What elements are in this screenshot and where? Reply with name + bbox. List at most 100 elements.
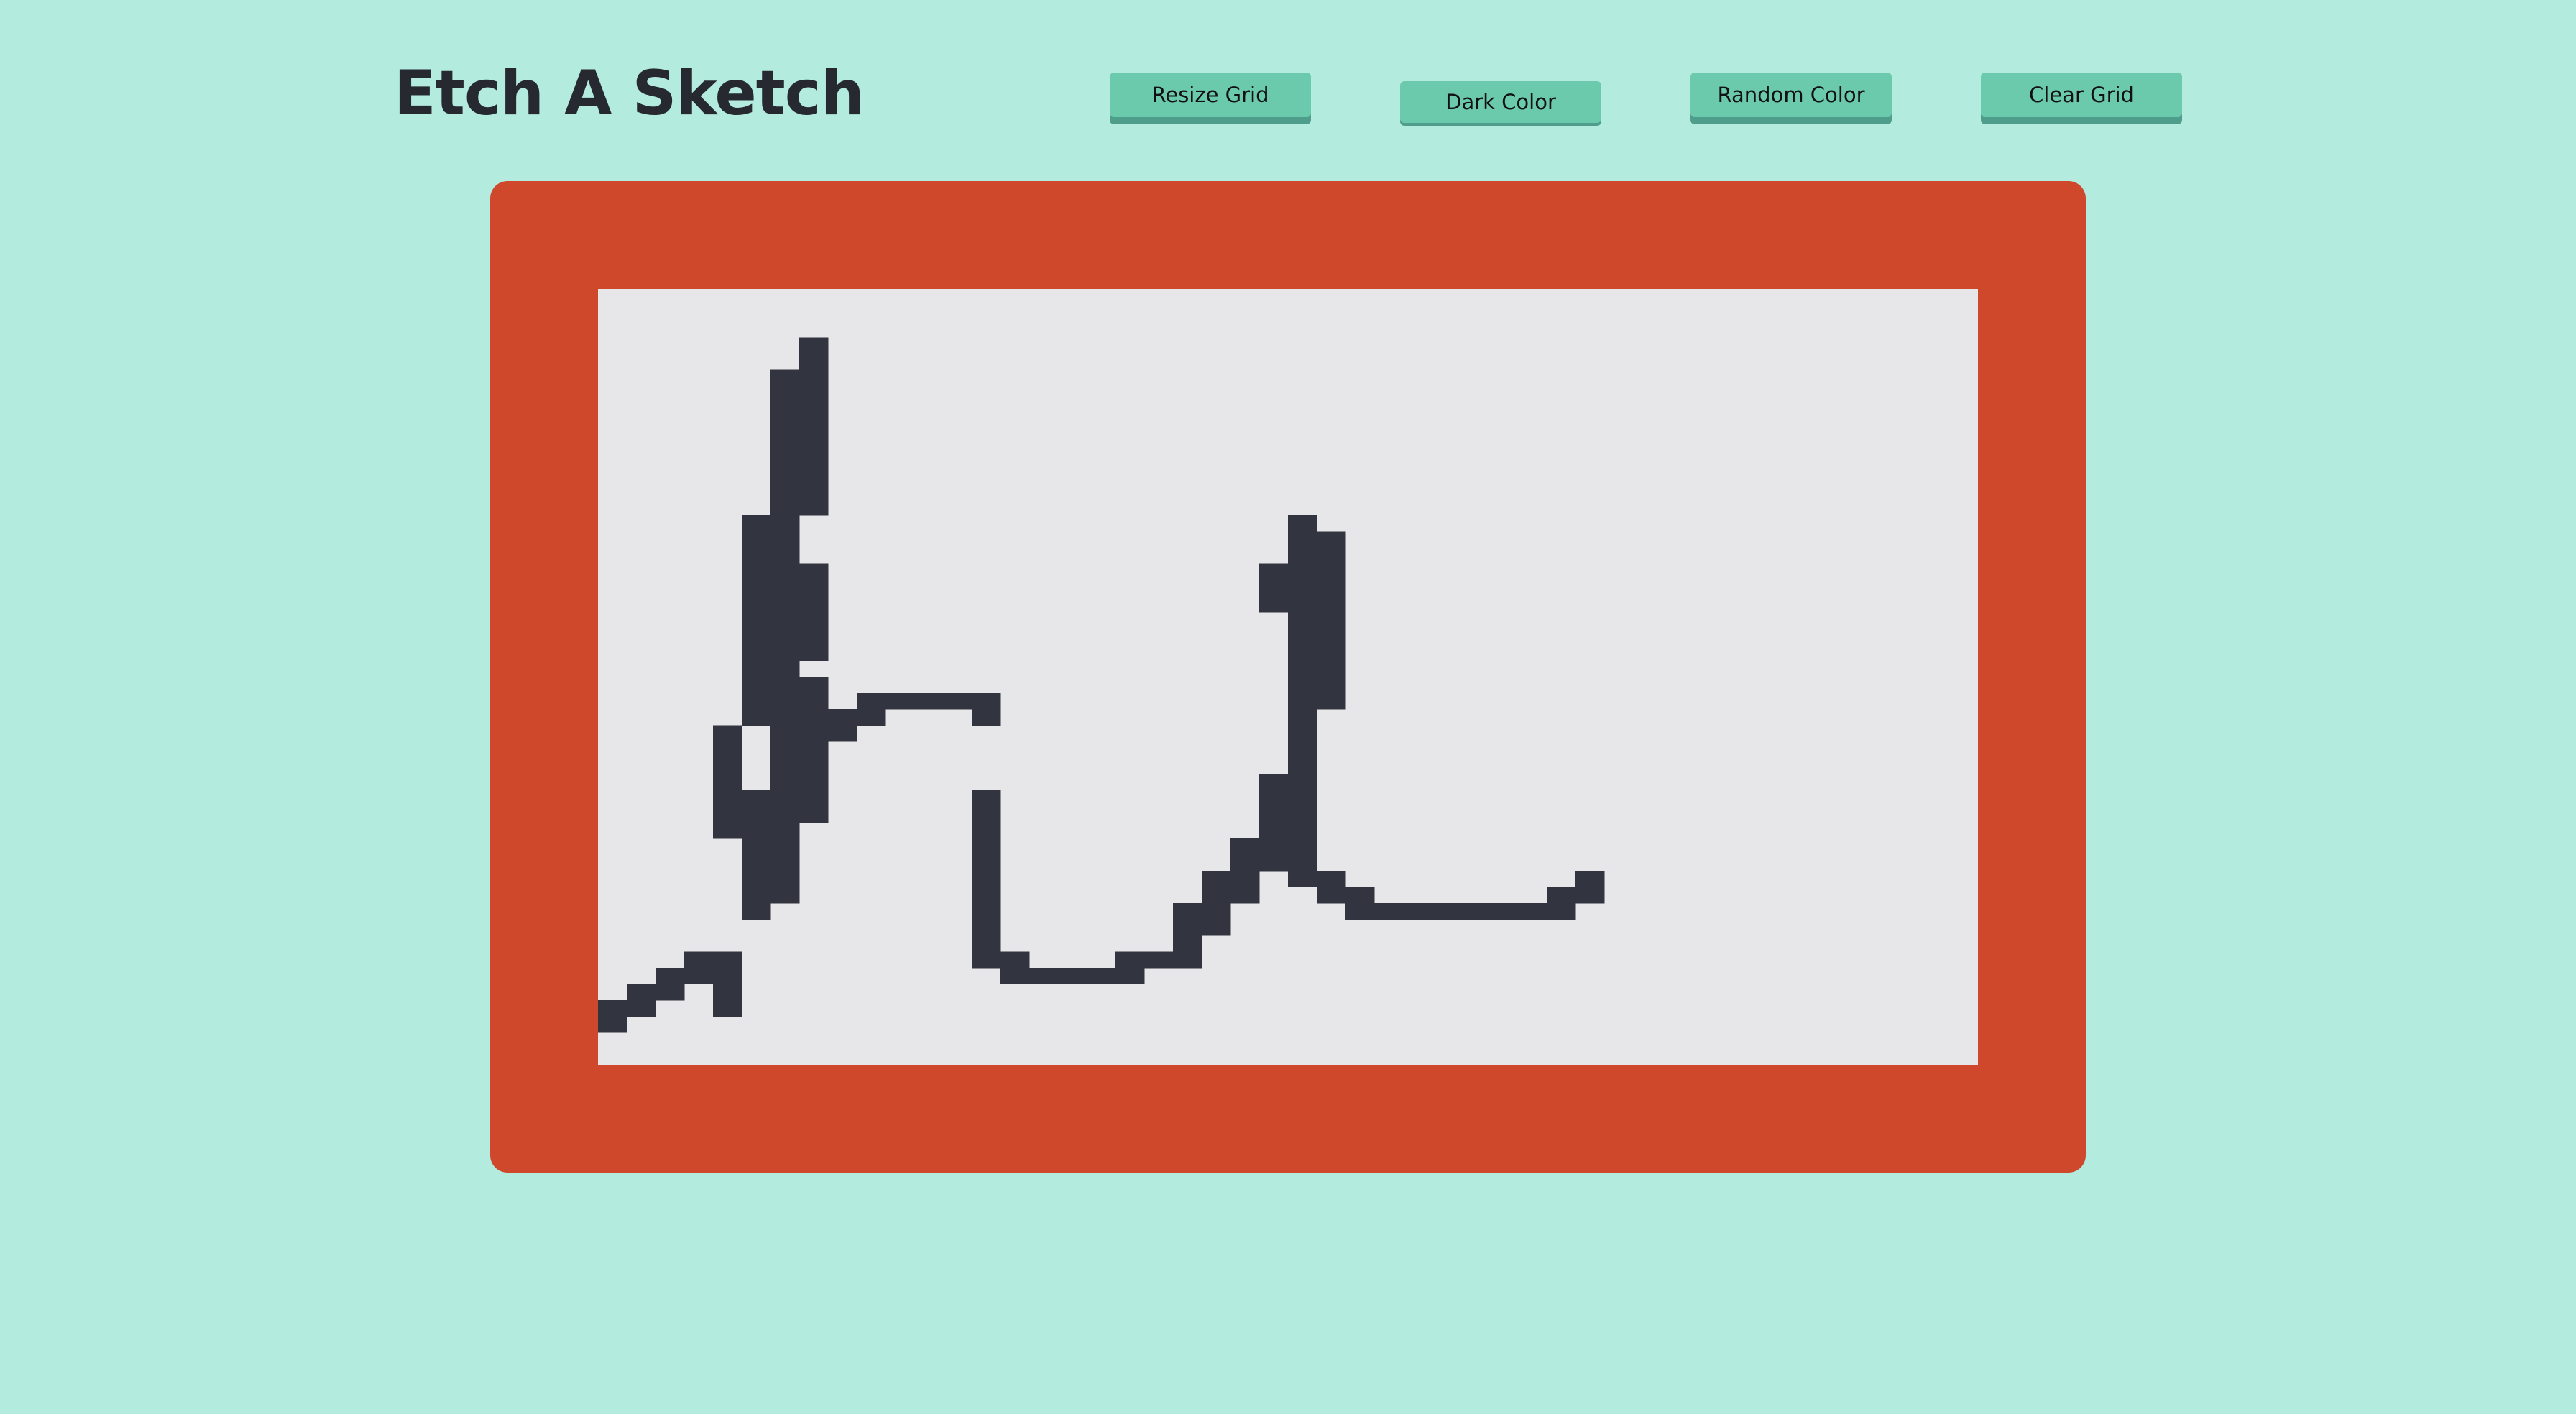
- grid-cell-filled[interactable]: [1317, 596, 1346, 613]
- grid-cell-filled[interactable]: [770, 709, 800, 726]
- grid-cell-filled[interactable]: [713, 822, 742, 839]
- grid-cell-filled[interactable]: [799, 628, 829, 645]
- grid-cell-filled[interactable]: [1317, 612, 1346, 629]
- grid-cell-filled[interactable]: [713, 757, 742, 775]
- grid-cell-filled[interactable]: [943, 693, 972, 710]
- grid-cell-filled[interactable]: [770, 596, 800, 613]
- grid-cell-filled[interactable]: [770, 822, 800, 839]
- grid-cell-filled[interactable]: [1432, 903, 1461, 920]
- grid-cell-filled[interactable]: [972, 822, 1001, 839]
- grid-cell-filled[interactable]: [1288, 774, 1317, 790]
- grid-cell-filled[interactable]: [857, 709, 886, 726]
- grid-cell-filled[interactable]: [770, 790, 800, 807]
- grid-cell-filled[interactable]: [770, 386, 800, 402]
- grid-cell-filled[interactable]: [799, 693, 829, 710]
- grid-cell-filled[interactable]: [1173, 951, 1202, 969]
- grid-cell-filled[interactable]: [742, 628, 771, 645]
- grid-cell-filled[interactable]: [1317, 531, 1346, 548]
- grid-cell-filled[interactable]: [770, 887, 800, 904]
- grid-cell-filled[interactable]: [627, 984, 656, 1001]
- grid-cell-filled[interactable]: [1317, 547, 1346, 564]
- grid-cell-filled[interactable]: [742, 903, 771, 920]
- grid-cell-filled[interactable]: [742, 531, 771, 548]
- grid-cell-filled[interactable]: [770, 806, 800, 823]
- grid-cell-filled[interactable]: [1087, 968, 1116, 984]
- grid-cell-filled[interactable]: [1317, 628, 1346, 645]
- grid-cell-filled[interactable]: [1288, 660, 1317, 678]
- grid-cell-filled[interactable]: [742, 806, 771, 823]
- grid-cell-filled[interactable]: [1116, 968, 1145, 984]
- grid-cell-filled[interactable]: [742, 709, 771, 726]
- grid-cell-filled[interactable]: [1259, 790, 1289, 807]
- grid-cell-filled[interactable]: [742, 563, 771, 581]
- grid-cell-filled[interactable]: [1259, 774, 1289, 790]
- grid-cell-filled[interactable]: [799, 466, 829, 484]
- grid-cell-filled[interactable]: [627, 1000, 656, 1017]
- grid-cell-filled[interactable]: [1259, 580, 1289, 596]
- grid-cell-filled[interactable]: [713, 1000, 742, 1017]
- grid-cell-filled[interactable]: [770, 450, 800, 467]
- grid-cell-filled[interactable]: [598, 1016, 627, 1033]
- grid-cell-filled[interactable]: [799, 580, 829, 596]
- grid-cell-filled[interactable]: [799, 483, 829, 499]
- grid-cell-filled[interactable]: [1230, 871, 1260, 887]
- grid-cell-filled[interactable]: [770, 531, 800, 548]
- resize-grid-button[interactable]: Resize Grid: [1110, 73, 1311, 117]
- drawing-grid[interactable]: [598, 289, 1978, 1065]
- random-color-button[interactable]: Random Color: [1690, 73, 1892, 117]
- grid-cell-filled[interactable]: [1489, 903, 1519, 920]
- grid-cell-filled[interactable]: [1317, 563, 1346, 581]
- grid-cell-filled[interactable]: [799, 434, 829, 451]
- grid-cell-filled[interactable]: [656, 984, 685, 1001]
- grid-cell-filled[interactable]: [742, 887, 771, 904]
- grid-cell-filled[interactable]: [742, 790, 771, 807]
- grid-cell-filled[interactable]: [742, 547, 771, 564]
- grid-cell-filled[interactable]: [799, 677, 829, 693]
- grid-cell-filled[interactable]: [972, 709, 1001, 726]
- grid-cell-filled[interactable]: [1288, 596, 1317, 613]
- clear-grid-button[interactable]: Clear Grid: [1981, 73, 2182, 117]
- grid-cell-filled[interactable]: [1173, 903, 1202, 920]
- grid-cell-filled[interactable]: [799, 790, 829, 807]
- grid-cell-filled[interactable]: [1000, 951, 1030, 969]
- grid-cell-filled[interactable]: [1403, 903, 1432, 920]
- grid-cell-filled[interactable]: [1317, 644, 1346, 661]
- grid-cell-filled[interactable]: [1288, 531, 1317, 548]
- grid-cell-filled[interactable]: [1288, 806, 1317, 823]
- grid-cell-filled[interactable]: [1288, 563, 1317, 581]
- grid-cell-filled[interactable]: [1259, 838, 1289, 855]
- grid-cell-filled[interactable]: [1202, 903, 1231, 920]
- grid-cell-filled[interactable]: [1317, 693, 1346, 710]
- grid-cell-filled[interactable]: [770, 466, 800, 484]
- grid-cell-filled[interactable]: [1202, 871, 1231, 887]
- grid-cell-filled[interactable]: [1288, 757, 1317, 775]
- grid-cell-filled[interactable]: [799, 418, 829, 435]
- grid-cell-filled[interactable]: [713, 806, 742, 823]
- grid-cell-filled[interactable]: [972, 871, 1001, 887]
- grid-cell-filled[interactable]: [742, 677, 771, 693]
- grid-cell-filled[interactable]: [742, 612, 771, 629]
- grid-cell-filled[interactable]: [1317, 871, 1346, 887]
- grid-cell-filled[interactable]: [1317, 887, 1346, 904]
- grid-cell-filled[interactable]: [770, 369, 800, 387]
- grid-cell-filled[interactable]: [742, 693, 771, 710]
- grid-cell-filled[interactable]: [799, 612, 829, 629]
- grid-cell-filled[interactable]: [770, 499, 800, 516]
- grid-cell-filled[interactable]: [770, 725, 800, 742]
- grid-cell-filled[interactable]: [799, 644, 829, 661]
- grid-cell-filled[interactable]: [684, 968, 714, 984]
- grid-cell-filled[interactable]: [972, 806, 1001, 823]
- grid-cell-filled[interactable]: [1547, 903, 1576, 920]
- grid-cell-filled[interactable]: [770, 515, 800, 532]
- grid-cell-filled[interactable]: [1288, 871, 1317, 887]
- grid-cell-filled[interactable]: [1288, 838, 1317, 855]
- grid-cell-filled[interactable]: [1288, 580, 1317, 596]
- grid-cell-filled[interactable]: [799, 709, 829, 726]
- grid-cell-filled[interactable]: [1288, 644, 1317, 661]
- grid-cell-filled[interactable]: [799, 774, 829, 790]
- grid-cell-filled[interactable]: [1374, 903, 1404, 920]
- grid-cell-filled[interactable]: [1144, 951, 1174, 969]
- grid-cell-filled[interactable]: [857, 693, 886, 710]
- grid-cell-filled[interactable]: [713, 968, 742, 984]
- dark-color-button[interactable]: Dark Color: [1400, 81, 1601, 123]
